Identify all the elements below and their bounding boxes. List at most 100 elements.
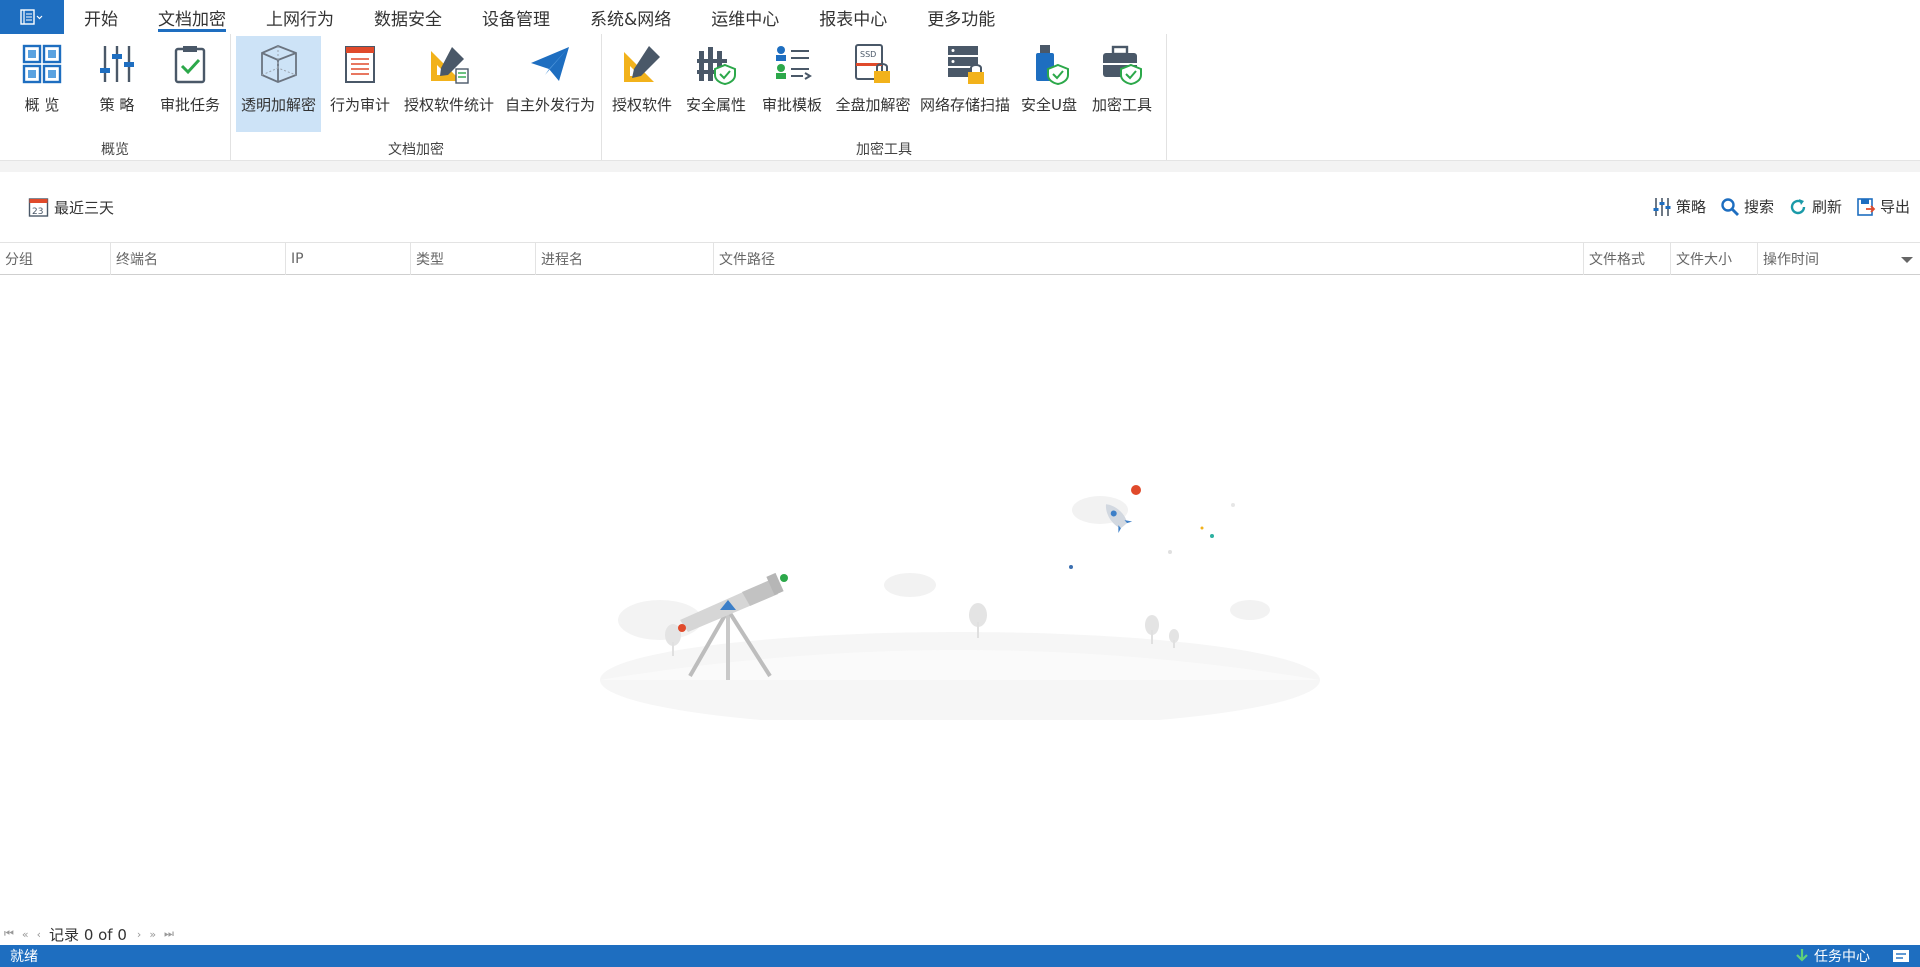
outbound-behavior-button-label: 自主外发行为	[504, 96, 595, 114]
policy-ribbon-button-label: 策 略	[99, 96, 135, 114]
menu-device-management[interactable]: 设备管理	[462, 0, 570, 34]
calendar-day: 23	[32, 207, 43, 217]
refresh-button-label: 刷新	[1811, 198, 1842, 216]
ribbon-group-encryption-tools: 授权软件 安全属性 审批模板 SSD 全盘加解密 网络存储扫描 安全U盘 加密工…	[602, 34, 1167, 162]
transparent-encryption-button-label: 透明加解密	[240, 96, 316, 114]
ribbon: 概 览 策 略 审批任务 概览 透明加解密 行为审计 授权软件统计 自主外发行为…	[0, 34, 1920, 162]
column-header-operation-time[interactable]: 操作时间	[1757, 243, 1897, 275]
behavior-audit-button-label: 行为审计	[329, 96, 390, 114]
document-list-icon	[336, 40, 384, 88]
ribbon-group-overview-label: 概览	[101, 142, 129, 158]
full-disk-encryption-button[interactable]: SSD 全盘加解密	[831, 36, 915, 132]
security-attribute-button-label: 安全属性	[685, 96, 746, 114]
approval-task-button[interactable]: 审批任务	[156, 36, 224, 132]
column-header-file-path[interactable]: 文件路径	[713, 243, 1583, 275]
approval-template-button-label: 审批模板	[761, 96, 822, 114]
outbound-behavior-button[interactable]: 自主外发行为	[502, 36, 598, 132]
search-button[interactable]: 搜索	[1720, 196, 1774, 217]
menu-more-functions[interactable]: 更多功能	[907, 0, 1015, 34]
column-header-group[interactable]: 分组	[0, 243, 110, 275]
cube-icon	[255, 40, 303, 88]
first-page-icon[interactable]: ⏮	[4, 927, 14, 941]
ribbon-group-doc-encryption: 透明加解密 行为审计 授权软件统计 自主外发行为 文档加密	[231, 34, 602, 162]
next-block-icon[interactable]: »	[149, 928, 156, 941]
menu-data-security[interactable]: 数据安全	[354, 0, 462, 34]
network-storage-scan-button[interactable]: 网络存储扫描	[919, 36, 1011, 132]
column-header-process[interactable]: 进程名	[535, 243, 713, 275]
ribbon-group-encryption-tools-label: 加密工具	[856, 142, 912, 158]
authorized-software-button-label: 授权软件	[611, 96, 672, 114]
policy-button[interactable]: 策略	[1652, 196, 1706, 217]
empty-state-illustration	[600, 485, 1320, 720]
export-button-label: 导出	[1879, 198, 1910, 216]
authorized-software-stats-button[interactable]: 授权软件统计	[399, 36, 499, 132]
sliders-icon	[1653, 197, 1671, 216]
behavior-audit-button[interactable]: 行为审计	[326, 36, 394, 132]
paper-plane-icon	[526, 40, 574, 88]
network-storage-scan-button-label: 网络存储扫描	[919, 96, 1010, 114]
task-center-button[interactable]: 任务中心	[1794, 945, 1870, 967]
column-dropdown-icon[interactable]	[1900, 255, 1914, 265]
overview-button[interactable]: 概 览	[14, 36, 70, 132]
prev-block-icon[interactable]: «	[22, 928, 29, 941]
menu-start[interactable]: 开始	[64, 0, 138, 34]
menu-doc-encryption[interactable]: 文档加密	[138, 0, 246, 34]
ssd-lock-icon: SSD	[849, 40, 897, 88]
date-range-label: 最近三天	[54, 198, 115, 217]
approval-template-button[interactable]: 审批模板	[758, 36, 826, 132]
overview-button-label: 概 览	[24, 96, 60, 114]
authorized-software-stats-button-label: 授权软件统计	[403, 96, 494, 114]
menu-web-behavior[interactable]: 上网行为	[246, 0, 354, 34]
app-menu-icon	[20, 9, 43, 25]
server-lock-icon	[941, 40, 989, 88]
ruler-pencil-chart-icon	[425, 40, 473, 88]
policy-button-label: 策略	[1675, 198, 1706, 216]
menu-report-center[interactable]: 报表中心	[799, 0, 907, 34]
download-arrow-icon	[1796, 949, 1808, 962]
encryption-tool-button[interactable]: 加密工具	[1088, 36, 1156, 132]
record-count: 记录 0 of 0	[49, 925, 127, 944]
column-header-file-format[interactable]: 文件格式	[1583, 243, 1670, 275]
last-page-icon[interactable]: ⏭	[164, 927, 174, 941]
refresh-icon	[1790, 198, 1806, 214]
column-header-ip[interactable]: IP	[285, 243, 410, 275]
table-header: 分组 终端名 IP 类型 进程名 文件路径 文件格式 文件大小 操作时间	[0, 242, 1920, 275]
users-list-icon	[768, 40, 816, 88]
prev-page-icon[interactable]: ‹	[37, 928, 41, 941]
content-toolbar: 23 最近三天 策略 搜索 刷新 导出	[0, 190, 1920, 224]
app-menu-button[interactable]	[0, 0, 64, 34]
date-range-picker[interactable]: 23 最近三天	[28, 196, 114, 218]
security-attribute-button[interactable]: 安全属性	[682, 36, 750, 132]
ribbon-group-overview: 概 览 策 略 审批任务 概览	[0, 34, 231, 162]
full-disk-encryption-button-label: 全盘加解密	[835, 96, 911, 114]
calendar-icon: 23	[28, 198, 49, 217]
column-header-file-size[interactable]: 文件大小	[1670, 243, 1757, 275]
message-icon[interactable]	[1892, 948, 1910, 964]
menu-system-network[interactable]: 系统&网络	[570, 0, 691, 34]
export-button[interactable]: 导出	[1856, 196, 1910, 217]
svg-text:SSD: SSD	[860, 50, 876, 59]
ribbon-group-doc-encryption-label: 文档加密	[388, 142, 444, 158]
approval-task-button-label: 审批任务	[159, 96, 220, 114]
sliders-icon	[93, 40, 141, 88]
ribbon-divider	[0, 160, 1920, 172]
status-bar: 就绪 任务中心	[0, 945, 1920, 967]
menu-ops-center[interactable]: 运维中心	[691, 0, 799, 34]
secure-usb-button[interactable]: 安全U盘	[1019, 36, 1079, 132]
policy-ribbon-button[interactable]: 策 略	[89, 36, 145, 132]
transparent-encryption-button[interactable]: 透明加解密	[236, 36, 321, 132]
column-header-terminal[interactable]: 终端名	[110, 243, 285, 275]
search-icon	[1721, 197, 1739, 216]
toolbar-actions: 策略 搜索 刷新 导出	[1638, 196, 1910, 217]
next-page-icon[interactable]: ›	[137, 928, 141, 941]
column-header-type[interactable]: 类型	[410, 243, 535, 275]
usb-shield-icon	[1025, 40, 1073, 88]
authorized-software-button[interactable]: 授权软件	[608, 36, 676, 132]
task-center-label: 任务中心	[1814, 949, 1870, 965]
status-text: 就绪	[10, 949, 38, 965]
export-icon	[1857, 197, 1876, 216]
encryption-tool-button-label: 加密工具	[1091, 96, 1152, 114]
secure-usb-button-label: 安全U盘	[1021, 96, 1077, 114]
refresh-button[interactable]: 刷新	[1788, 196, 1842, 217]
fence-shield-icon	[692, 40, 740, 88]
